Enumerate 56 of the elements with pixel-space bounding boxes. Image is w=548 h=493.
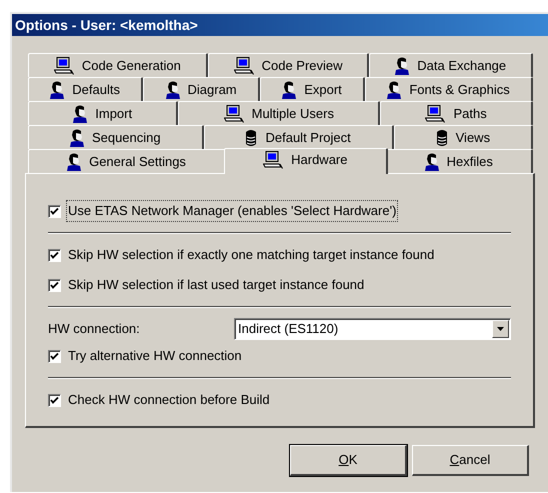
checkbox-label: Try alternative HW connection <box>67 347 243 366</box>
checkbox-label: Check HW connection before Build <box>67 391 271 410</box>
checkmark-icon <box>50 250 59 260</box>
checkmark-icon <box>50 206 59 216</box>
person-icon <box>73 104 88 122</box>
person-icon <box>50 80 64 98</box>
caret-icon <box>497 327 504 331</box>
database-icon <box>436 128 448 146</box>
ok-button[interactable]: OK <box>290 445 407 476</box>
tab[interactable]: Default Project <box>204 125 394 149</box>
window-title: Options - User: <kemoltha> <box>15 16 198 35</box>
field-label: HW connection: <box>48 320 141 338</box>
tab[interactable]: Export <box>260 77 366 101</box>
person-icon <box>424 152 439 170</box>
checkbox-label: Skip HW selection if exactly one matching target instance found <box>67 246 436 264</box>
database-icon <box>245 128 258 146</box>
checkmark-icon <box>50 280 59 290</box>
person-icon <box>67 152 82 170</box>
person-icon <box>387 80 402 98</box>
checkbox[interactable] <box>48 278 61 292</box>
computer-icon <box>425 104 446 122</box>
button-label: Cancel <box>450 452 490 468</box>
tab[interactable]: General Settings <box>28 149 226 173</box>
person-icon <box>395 56 410 74</box>
tab[interactable]: Sequencing <box>28 125 204 149</box>
dropdown-arrow-button[interactable] <box>492 320 509 338</box>
checkbox-label: Skip HW selection if last used target instance found <box>67 276 366 294</box>
checkmark-icon <box>50 396 59 404</box>
checkbox[interactable] <box>48 204 61 218</box>
tab[interactable]: Paths <box>380 101 533 125</box>
cancel-button[interactable]: Cancel <box>412 445 529 476</box>
tab[interactable]: Multiple Users <box>178 101 380 125</box>
tab[interactable]: Data Exchange <box>369 53 534 77</box>
person-icon <box>282 80 296 98</box>
tab[interactable]: Import <box>28 101 178 125</box>
computer-icon <box>234 56 254 74</box>
computer-icon <box>263 150 284 168</box>
tab[interactable]: Code Preview <box>208 53 370 77</box>
checkbox[interactable] <box>48 350 61 362</box>
tab[interactable]: Views <box>394 125 534 149</box>
tab[interactable]: Defaults <box>28 77 144 101</box>
tab[interactable]: Code Generation <box>28 53 208 77</box>
computer-icon <box>224 104 244 122</box>
tab[interactable]: Diagram <box>143 77 260 101</box>
checkbox[interactable] <box>48 394 61 406</box>
checkbox[interactable] <box>48 248 61 262</box>
hw-connection-dropdown[interactable]: Indirect (ES1120) <box>234 318 511 340</box>
checkbox-label: Use ETAS Network Manager (enables 'Select Hardware') <box>67 201 398 221</box>
tab[interactable]: Fonts & Graphics <box>365 77 534 101</box>
person-icon <box>70 128 84 146</box>
checkmark-icon <box>50 352 59 360</box>
person-icon <box>166 80 180 98</box>
tab[interactable]: Hexfiles <box>386 149 534 173</box>
tab[interactable]: Hardware <box>224 148 388 174</box>
button-label: OK <box>338 452 358 468</box>
computer-icon <box>54 56 74 74</box>
